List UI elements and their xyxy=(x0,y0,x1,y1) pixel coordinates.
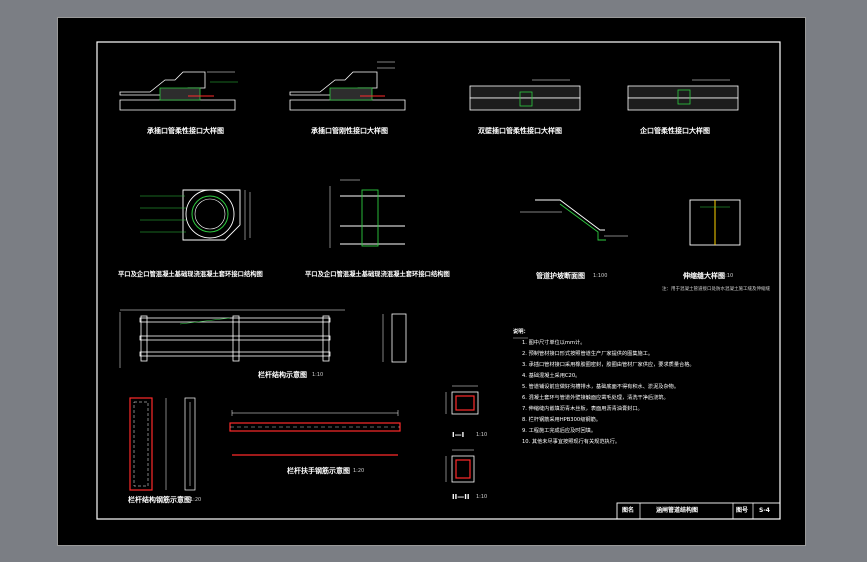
note-item: 4. 基础混凝土采用C20。 xyxy=(522,373,581,379)
title-detail-2: 承插口管刚性接口大样图 xyxy=(311,127,388,135)
footnote-expansion-joint: 注：用于混凝土管道接口处防水混凝土施工缝及伸缩缝 xyxy=(662,287,770,292)
note-item: 10. 其他未尽事宜按照现行有关规范执行。 xyxy=(522,439,621,445)
titleblock-no-label: 图号 xyxy=(736,507,749,514)
scale-expansion-joint: 1:10 xyxy=(722,273,734,279)
drawing-canvas xyxy=(57,17,806,546)
note-item: 6. 混凝土套环与管道外壁接触面应凿毛处理，清洗干净后浇筑。 xyxy=(522,395,669,401)
title-slope-section: 管道护坡断面图 xyxy=(536,272,585,280)
scale-slope-section: 1:100 xyxy=(593,273,608,279)
note-item: 7. 伸缩缝内嵌填沥青木丝板，表面用沥青油膏封口。 xyxy=(522,406,643,412)
titleblock-drawing-no: S-4 xyxy=(759,507,770,514)
note-item: 9. 工程施工完成后应及时回填。 xyxy=(522,428,597,434)
title-pipe-section: 平口及企口管混凝土基础现浇混凝土套环接口结构图 xyxy=(118,271,263,278)
note-item: 5. 管道铺设前应做好沟槽排水，基础底面不得有积水、淤泥及杂物。 xyxy=(522,384,680,390)
title-handrail-rebar: 栏杆扶手钢筋示意图 xyxy=(287,467,350,475)
title-expansion-joint: 伸缩缝大样图 xyxy=(683,272,725,280)
scale-railing-elevation: 1:10 xyxy=(312,372,324,378)
title-detail-4: 企口管柔性接口大样图 xyxy=(640,127,710,135)
title-section-1: I—I xyxy=(452,431,465,439)
title-railing-elevation: 栏杆结构示意图 xyxy=(258,371,307,379)
notes-heading: 说明： xyxy=(513,329,529,335)
note-item: 1. 图中尺寸单位以mm计。 xyxy=(522,340,586,346)
scale-section-1: 1:10 xyxy=(476,432,488,438)
title-railing-rebar: 栏杆结构钢筋示意图 xyxy=(128,496,191,504)
title-pipe-longitudinal: 平口及企口管混凝土基础现浇混凝土套环接口结构图 xyxy=(305,271,450,278)
title-detail-3: 双壁插口管柔性接口大样图 xyxy=(478,127,562,135)
scale-railing-rebar: 1:20 xyxy=(190,497,202,503)
note-item: 2. 预制管材接口形式按照管道生产厂家提供的图集施工。 xyxy=(522,351,654,357)
titleblock-drawing-name: 涵闸管道结构图 xyxy=(656,507,699,514)
scale-handrail-rebar: 1:20 xyxy=(353,468,365,474)
scale-section-2: 1:10 xyxy=(476,494,488,500)
note-item: 8. 栏杆钢筋采用HPB300级钢筋。 xyxy=(522,417,601,423)
title-detail-1: 承插口管柔性接口大样图 xyxy=(147,127,224,135)
note-item: 3. 承插口管材接口采用橡胶圈密封，胶圈由管材厂家供应，要求质量合格。 xyxy=(522,362,695,368)
title-section-2: II—II xyxy=(452,493,470,501)
titleblock-name-label: 图名 xyxy=(622,507,635,514)
